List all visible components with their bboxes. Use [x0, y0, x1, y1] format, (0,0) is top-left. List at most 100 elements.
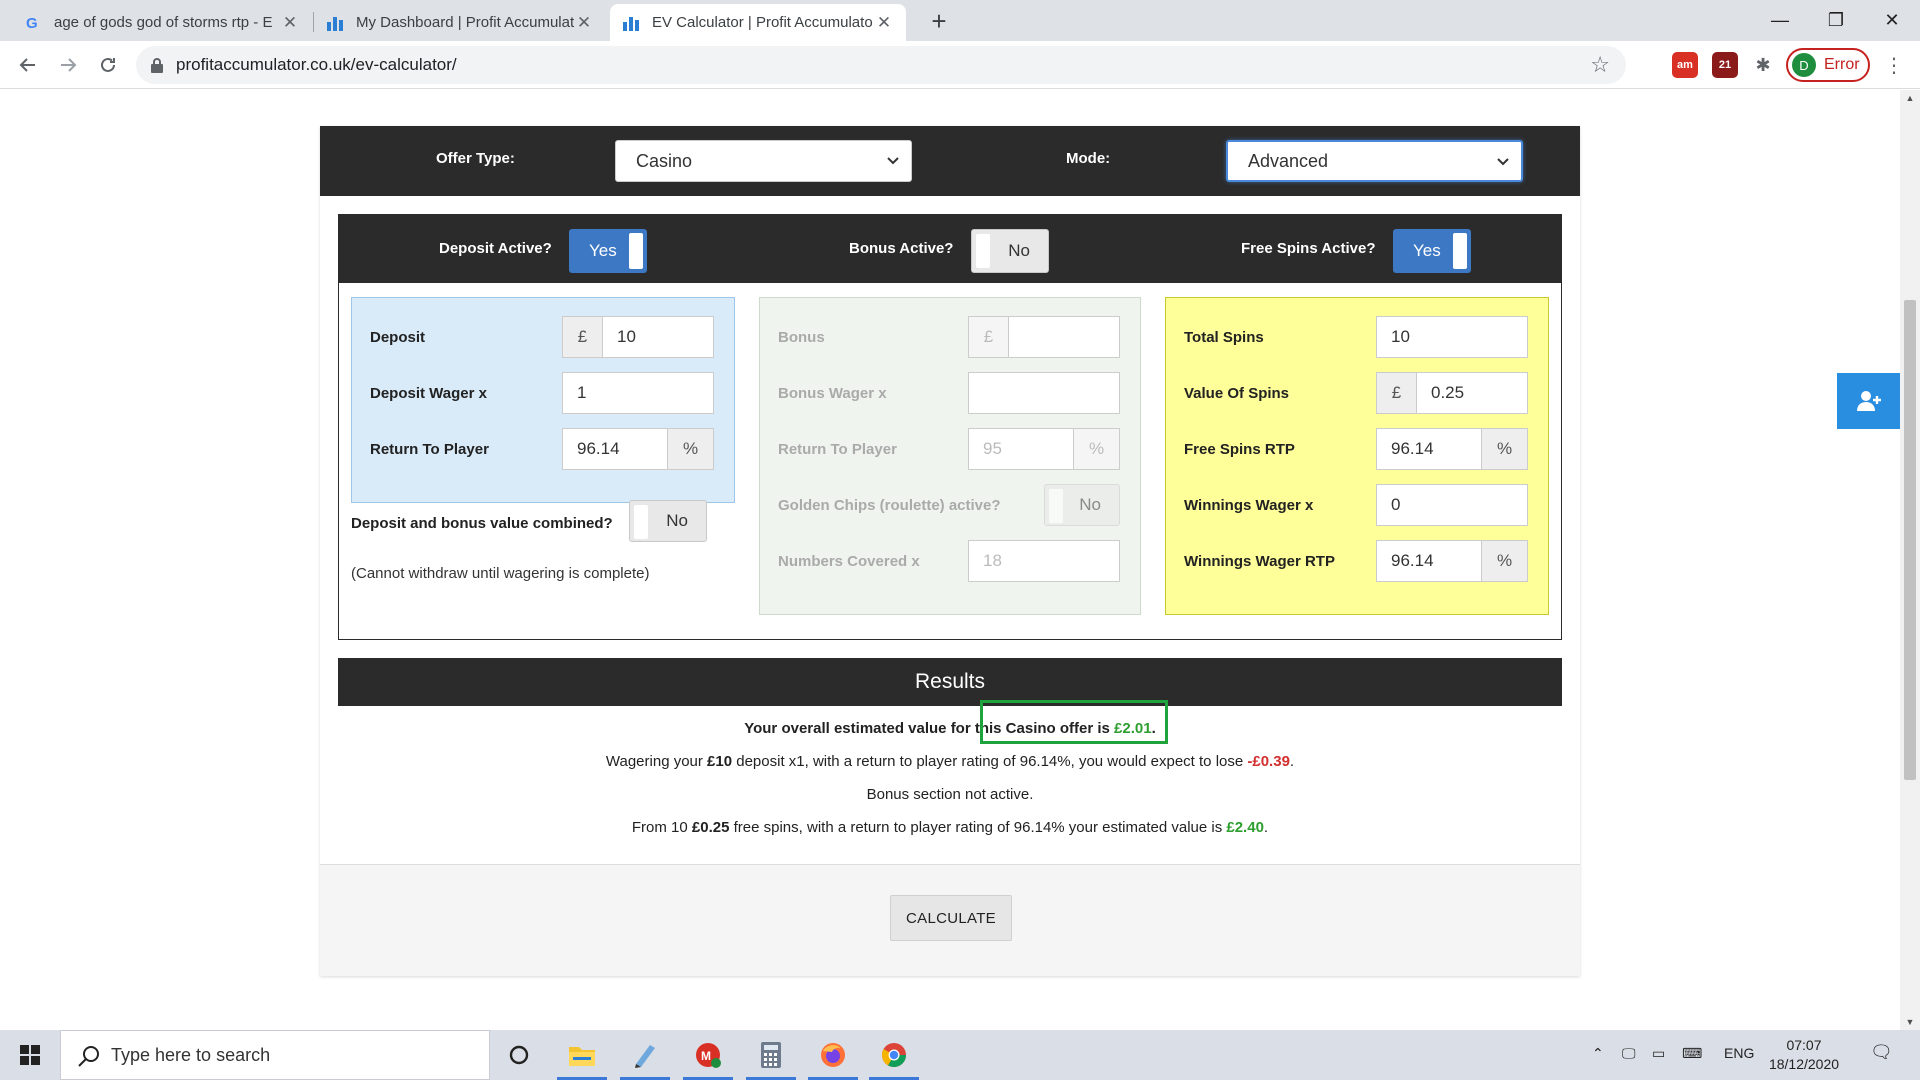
add-user-icon	[1856, 391, 1881, 411]
deposit-wager-row: Deposit Wager x 1	[352, 372, 734, 414]
free-spins-active-toggle[interactable]: Yes	[1393, 229, 1471, 273]
extension-oddsmonkey-icon[interactable]: am	[1672, 52, 1698, 78]
numbers-covered-input[interactable]: 18	[968, 540, 1120, 582]
avatar: D	[1792, 53, 1816, 77]
tray-language[interactable]: ENG	[1724, 1045, 1754, 1061]
tab-dashboard[interactable]: My Dashboard | Profit Accumulat ✕	[314, 4, 606, 41]
taskbar-app-oddsmonkey[interactable]: M	[679, 1030, 737, 1080]
tray-keyboard-icon[interactable]: ⌨	[1682, 1045, 1702, 1062]
bonus-active-toggle[interactable]: No	[971, 229, 1049, 273]
search-icon	[78, 1046, 99, 1067]
svg-text:M: M	[701, 1049, 711, 1063]
deposit-active-toggle[interactable]: Yes	[569, 229, 647, 273]
close-icon[interactable]: ✕	[574, 13, 594, 33]
extension-calendar-icon[interactable]: 21	[1712, 52, 1738, 78]
extensions-puzzle-icon[interactable]: ✱	[1750, 52, 1776, 78]
deposit-row: Deposit £ 10	[352, 316, 734, 358]
bonus-wager-row: Bonus Wager x	[760, 372, 1140, 414]
windows-taskbar: Type here to search M ⌃ 🖵 ▭ ⌨ ENG 07:07 …	[0, 1030, 1920, 1080]
spins-result-text-a: From 10	[631, 819, 692, 836]
combined-value-toggle[interactable]: No	[629, 500, 707, 542]
scrollbar-thumb[interactable]	[1904, 300, 1916, 780]
mode-select[interactable]: Advanced	[1226, 140, 1523, 182]
combined-note: (Cannot withdraw until wagering is compl…	[351, 565, 650, 582]
currency-addon: £	[1377, 373, 1417, 413]
tab-title: My Dashboard | Profit Accumulat	[356, 14, 574, 31]
taskbar-search-input[interactable]: Type here to search	[60, 1030, 490, 1080]
offer-type-select[interactable]: Casino	[615, 140, 912, 182]
windows-logo-icon	[20, 1045, 40, 1065]
deposit-wager-value: 1	[577, 383, 587, 402]
start-button[interactable]	[0, 1030, 60, 1080]
deposit-rtp-value: 96.14	[577, 439, 620, 458]
winnings-wager-input[interactable]: 0	[1376, 484, 1528, 526]
page-scrollbar[interactable]: ▲ ▼	[1900, 90, 1920, 1030]
deposit-input[interactable]: £ 10	[562, 316, 714, 358]
extension-badge: 21	[1718, 59, 1732, 71]
free-spins-rtp-input[interactable]: 96.14 %	[1376, 428, 1528, 470]
taskbar-file-explorer[interactable]	[553, 1030, 611, 1080]
deposit-rtp-input[interactable]: 96.14 %	[562, 428, 714, 470]
deposit-active-label: Deposit Active?	[439, 240, 552, 257]
bonus-wager-label: Bonus Wager x	[778, 385, 887, 402]
winnings-wager-label: Winnings Wager x	[1184, 497, 1314, 514]
cortana-button[interactable]	[490, 1030, 548, 1080]
scroll-up-arrow-icon[interactable]: ▲	[1900, 90, 1920, 106]
total-spins-input[interactable]: 10	[1376, 316, 1528, 358]
free-spins-rtp-value: 96.14	[1391, 439, 1434, 458]
bonus-wager-input[interactable]	[968, 372, 1120, 414]
mode-label: Mode:	[1066, 150, 1111, 167]
tray-chevron-up-icon[interactable]: ⌃	[1592, 1045, 1604, 1062]
bonus-wager-value	[969, 373, 1119, 413]
forward-button[interactable]	[52, 49, 84, 81]
toggle-value: No	[1079, 495, 1101, 514]
window-close-button[interactable]: ✕	[1864, 0, 1920, 41]
tab-google-search[interactable]: G age of gods god of storms rtp - E ✕	[12, 4, 312, 41]
bar-chart-icon	[326, 14, 344, 32]
tab-ev-calculator[interactable]: EV Calculator | Profit Accumulato ✕	[610, 4, 906, 41]
bonus-input[interactable]: £	[968, 316, 1120, 358]
spin-value-value: 0.25	[1431, 383, 1465, 402]
deposit-result-amount: £10	[707, 753, 733, 770]
bonus-rtp-input[interactable]: 95 %	[968, 428, 1120, 470]
calculate-button[interactable]: CALCULATE	[890, 895, 1012, 941]
toggle-value: Yes	[589, 241, 617, 260]
arrow-right-icon	[61, 58, 77, 72]
deposit-wager-input[interactable]: 1	[562, 372, 714, 414]
tray-battery-icon[interactable]: ▭	[1652, 1045, 1665, 1062]
close-icon[interactable]: ✕	[874, 13, 894, 33]
taskbar-clock[interactable]: 07:07 18/12/2020	[1762, 1036, 1846, 1074]
tab-title: EV Calculator | Profit Accumulato	[652, 14, 873, 31]
tray-network-icon[interactable]: 🖵	[1622, 1045, 1636, 1062]
browser-menu-kebab-icon[interactable]: ⋮	[1878, 49, 1910, 81]
minimize-button[interactable]: —	[1752, 0, 1808, 41]
address-bar[interactable]: profitaccumulator.co.uk/ev-calculator/ ☆	[136, 46, 1626, 84]
add-user-button[interactable]	[1837, 373, 1900, 429]
new-tab-button[interactable]: +	[924, 6, 954, 36]
golden-chips-toggle[interactable]: No	[1044, 484, 1120, 526]
winnings-wager-rtp-input[interactable]: 96.14 %	[1376, 540, 1528, 582]
cortana-circle-icon	[509, 1045, 529, 1065]
profile-error-button[interactable]: D Error	[1786, 48, 1870, 82]
combined-value-label: Deposit and bonus value combined?	[351, 515, 613, 532]
close-icon[interactable]: ✕	[280, 13, 300, 33]
deposit-rtp-row: Return To Player 96.14 %	[352, 428, 734, 470]
back-button[interactable]	[12, 49, 44, 81]
maximize-button[interactable]: ❐	[1808, 0, 1864, 41]
reload-icon	[101, 57, 115, 72]
notifications-icon[interactable]: 🗨	[1870, 1042, 1893, 1063]
reload-button[interactable]	[92, 49, 124, 81]
toggle-value: No	[1008, 241, 1030, 260]
spin-value-input[interactable]: £ 0.25	[1376, 372, 1528, 414]
section-toggles-bar: Deposit Active? Yes Bonus Active? No Fre…	[339, 215, 1561, 283]
calculator-footer: CALCULATE	[320, 864, 1580, 976]
offer-type-value: Casino	[636, 150, 693, 171]
taskbar-firefox[interactable]	[804, 1030, 862, 1080]
scroll-down-arrow-icon[interactable]: ▼	[1900, 1014, 1920, 1030]
taskbar-chrome[interactable]	[865, 1030, 923, 1080]
taskbar-app-notepad[interactable]	[616, 1030, 674, 1080]
taskbar-calculator[interactable]	[742, 1030, 800, 1080]
bonus-panel: Bonus £ Bonus Wager x Return To Player 9…	[759, 297, 1141, 615]
bookmark-star-icon[interactable]: ☆	[1590, 52, 1610, 78]
toggle-value: Yes	[1413, 241, 1441, 260]
